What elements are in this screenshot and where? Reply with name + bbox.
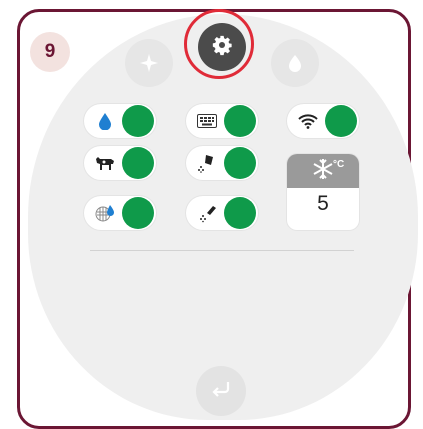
toggle-keyboard[interactable] — [186, 104, 258, 138]
temperature-unit: °C — [333, 159, 345, 170]
toggle-on-indicator — [325, 105, 357, 137]
step-number: 9 — [44, 41, 56, 62]
toggle-milk-pitcher[interactable] — [186, 146, 258, 180]
water-drop-icon — [94, 110, 116, 132]
powder-drops-icon — [284, 52, 306, 74]
temperature-header: °C — [287, 154, 359, 188]
milk-pitcher-icon — [196, 152, 218, 174]
back-button[interactable] — [196, 366, 246, 416]
milk-frother-icon — [196, 202, 218, 224]
toggle-on-indicator — [122, 105, 154, 137]
step-badge: 9 — [30, 32, 70, 72]
toggle-on-indicator — [122, 147, 154, 179]
toggle-on-indicator — [224, 147, 256, 179]
toggle-milk-frother[interactable] — [186, 196, 258, 230]
sparkle-icon — [138, 52, 160, 74]
mode-button-sparkle[interactable] — [125, 39, 173, 87]
cow-icon — [94, 152, 116, 174]
toggle-wifi[interactable] — [287, 104, 359, 138]
temperature-value: 5 — [317, 192, 329, 215]
keyboard-icon — [196, 110, 218, 132]
toggle-cow[interactable] — [84, 146, 156, 180]
toggle-on-indicator — [224, 105, 256, 137]
toggle-on-indicator — [122, 197, 154, 229]
gear-icon — [211, 34, 233, 61]
return-icon — [210, 380, 232, 403]
toggle-filter[interactable] — [84, 196, 156, 230]
toggle-water[interactable] — [84, 104, 156, 138]
wifi-icon — [297, 110, 319, 132]
settings-button[interactable] — [198, 23, 246, 71]
toggle-on-indicator — [224, 197, 256, 229]
mode-button-powder[interactable] — [271, 39, 319, 87]
temperature-card[interactable]: °C 5 — [287, 154, 359, 230]
filter-icon — [94, 202, 116, 224]
divider — [90, 250, 354, 251]
snowflake-icon — [311, 157, 335, 186]
